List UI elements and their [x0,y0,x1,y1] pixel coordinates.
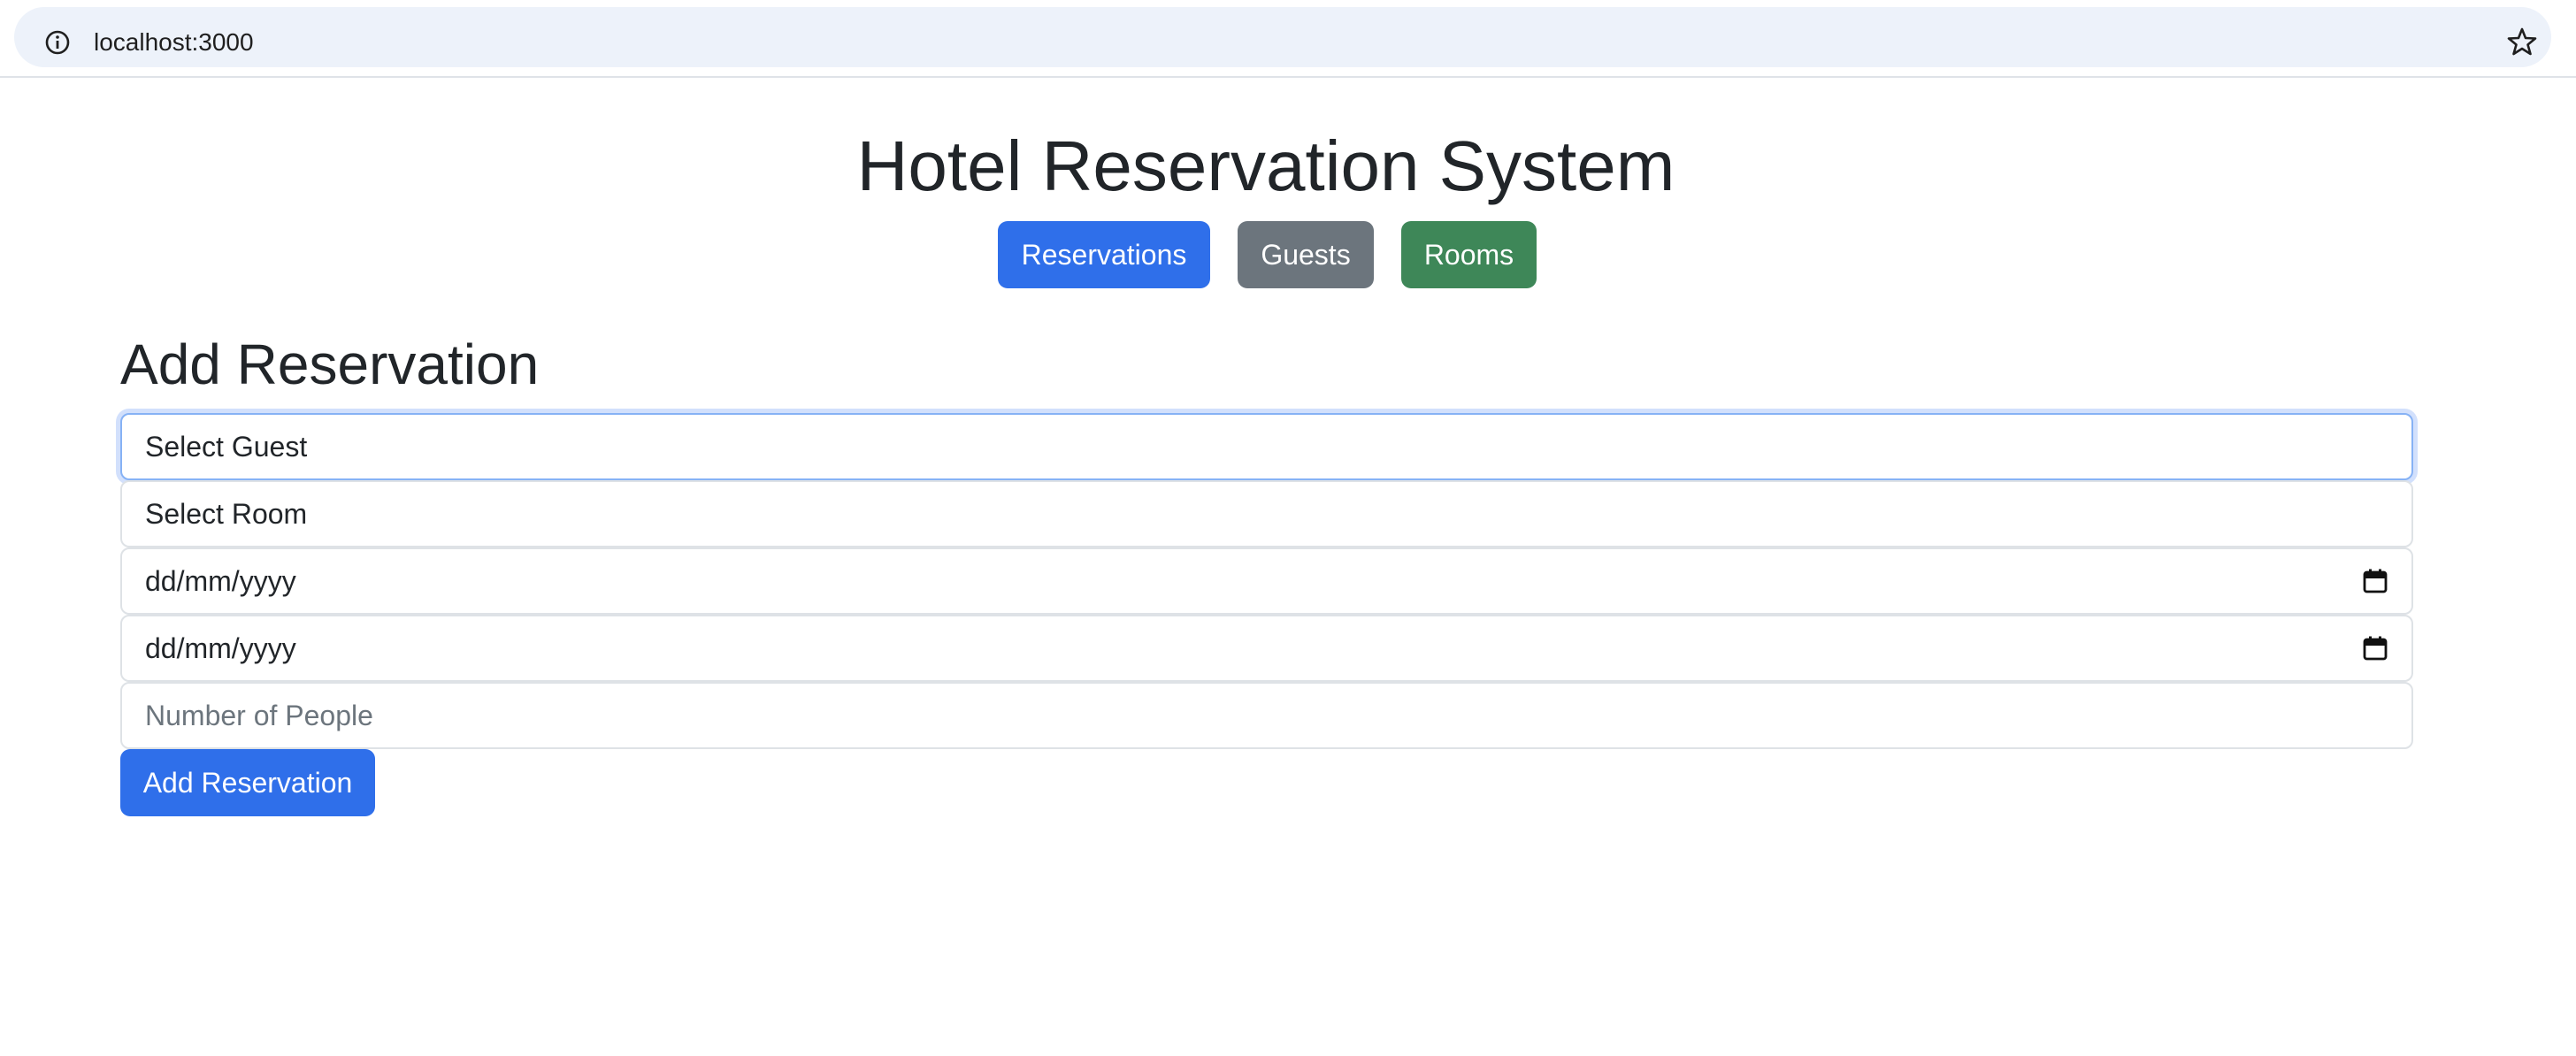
number-of-people-placeholder: Number of People [145,700,373,731]
check-out-date-placeholder: dd/mm/yyyy [145,632,296,664]
url-text[interactable]: localhost:3000 [94,25,254,60]
calendar-icon[interactable] [2362,635,2388,662]
calendar-icon[interactable] [2362,568,2388,594]
guests-button[interactable]: Guests [1238,221,1374,288]
browser-toolbar: localhost:3000 [0,0,2576,78]
address-bar[interactable]: localhost:3000 [14,7,2551,67]
guest-select[interactable]: Select Guest [120,413,2413,480]
number-of-people-input[interactable]: Number of People [120,682,2413,749]
check-in-date-input[interactable]: dd/mm/yyyy [120,547,2413,615]
room-select-value: Select Room [145,498,308,530]
page-title: Hotel Reservation System [856,126,1675,205]
room-select[interactable]: Select Room [120,480,2413,547]
star-icon[interactable] [2507,27,2537,57]
guest-select-value: Select Guest [145,431,308,463]
info-icon[interactable] [44,29,71,56]
check-out-date-input[interactable]: dd/mm/yyyy [120,615,2413,682]
reservations-button[interactable]: Reservations [998,221,1210,288]
rooms-button[interactable]: Rooms [1401,221,1537,288]
add-reservation-button[interactable]: Add Reservation [120,749,375,816]
check-in-date-placeholder: dd/mm/yyyy [145,565,296,597]
add-reservation-heading: Add Reservation [120,333,540,396]
